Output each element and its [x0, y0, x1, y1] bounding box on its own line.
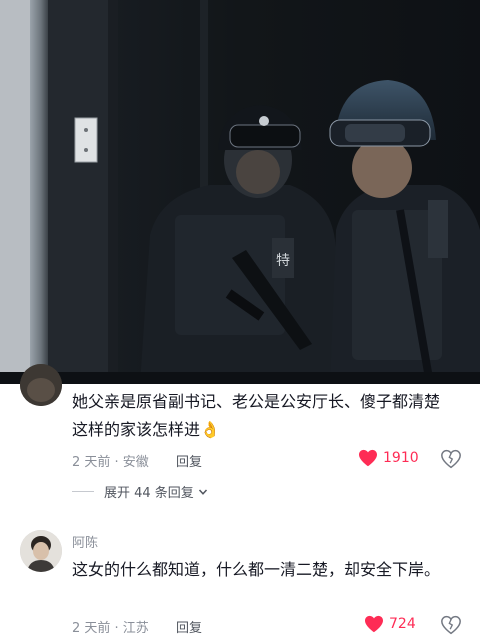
dislike-button[interactable]	[441, 615, 461, 635]
expand-replies-button[interactable]: 展开 44 条回复	[72, 482, 208, 501]
video-scene-image: 特	[0, 0, 480, 384]
heart-icon	[365, 615, 383, 633]
broken-heart-icon	[441, 615, 461, 635]
comment-text: 她父亲是原省副书记、老公是公安厅长、傻子都清楚这样的家该怎样进👌	[72, 388, 452, 444]
vest-label: 特	[276, 253, 290, 269]
like-button[interactable]: 1910	[358, 449, 419, 467]
avatar-image	[20, 364, 62, 406]
like-count: 1910	[383, 450, 419, 466]
like-button[interactable]: 724	[364, 615, 416, 633]
divider-line	[72, 491, 94, 492]
comment-meta: 2 天前 · 安徽	[72, 455, 149, 470]
broken-heart-icon	[441, 449, 461, 469]
dislike-button[interactable]	[441, 449, 461, 469]
ok-hand-emoji: 👌	[200, 420, 220, 439]
chevron-down-icon	[198, 488, 207, 495]
expand-replies-label: 展开 44 条回复	[104, 486, 194, 501]
heart-icon	[359, 449, 377, 467]
avatar[interactable]	[20, 530, 62, 572]
avatar[interactable]	[20, 364, 62, 406]
comment-username[interactable]: 阿陈	[72, 532, 98, 551]
avatar-image	[20, 530, 62, 572]
comment-text-content: 她父亲是原省副书记、老公是公安厅长、傻子都清楚这样的家该怎样进	[72, 392, 441, 439]
reply-button[interactable]: 回复	[176, 451, 202, 470]
video-frame[interactable]: 特	[0, 0, 480, 384]
comment-text: 这女的什么都知道，什么都一清二楚，却安全下岸。	[72, 560, 441, 579]
reply-button[interactable]: 回复	[176, 617, 202, 636]
like-count: 724	[389, 616, 416, 632]
comment-meta: 2 天前 · 江苏	[72, 621, 149, 636]
